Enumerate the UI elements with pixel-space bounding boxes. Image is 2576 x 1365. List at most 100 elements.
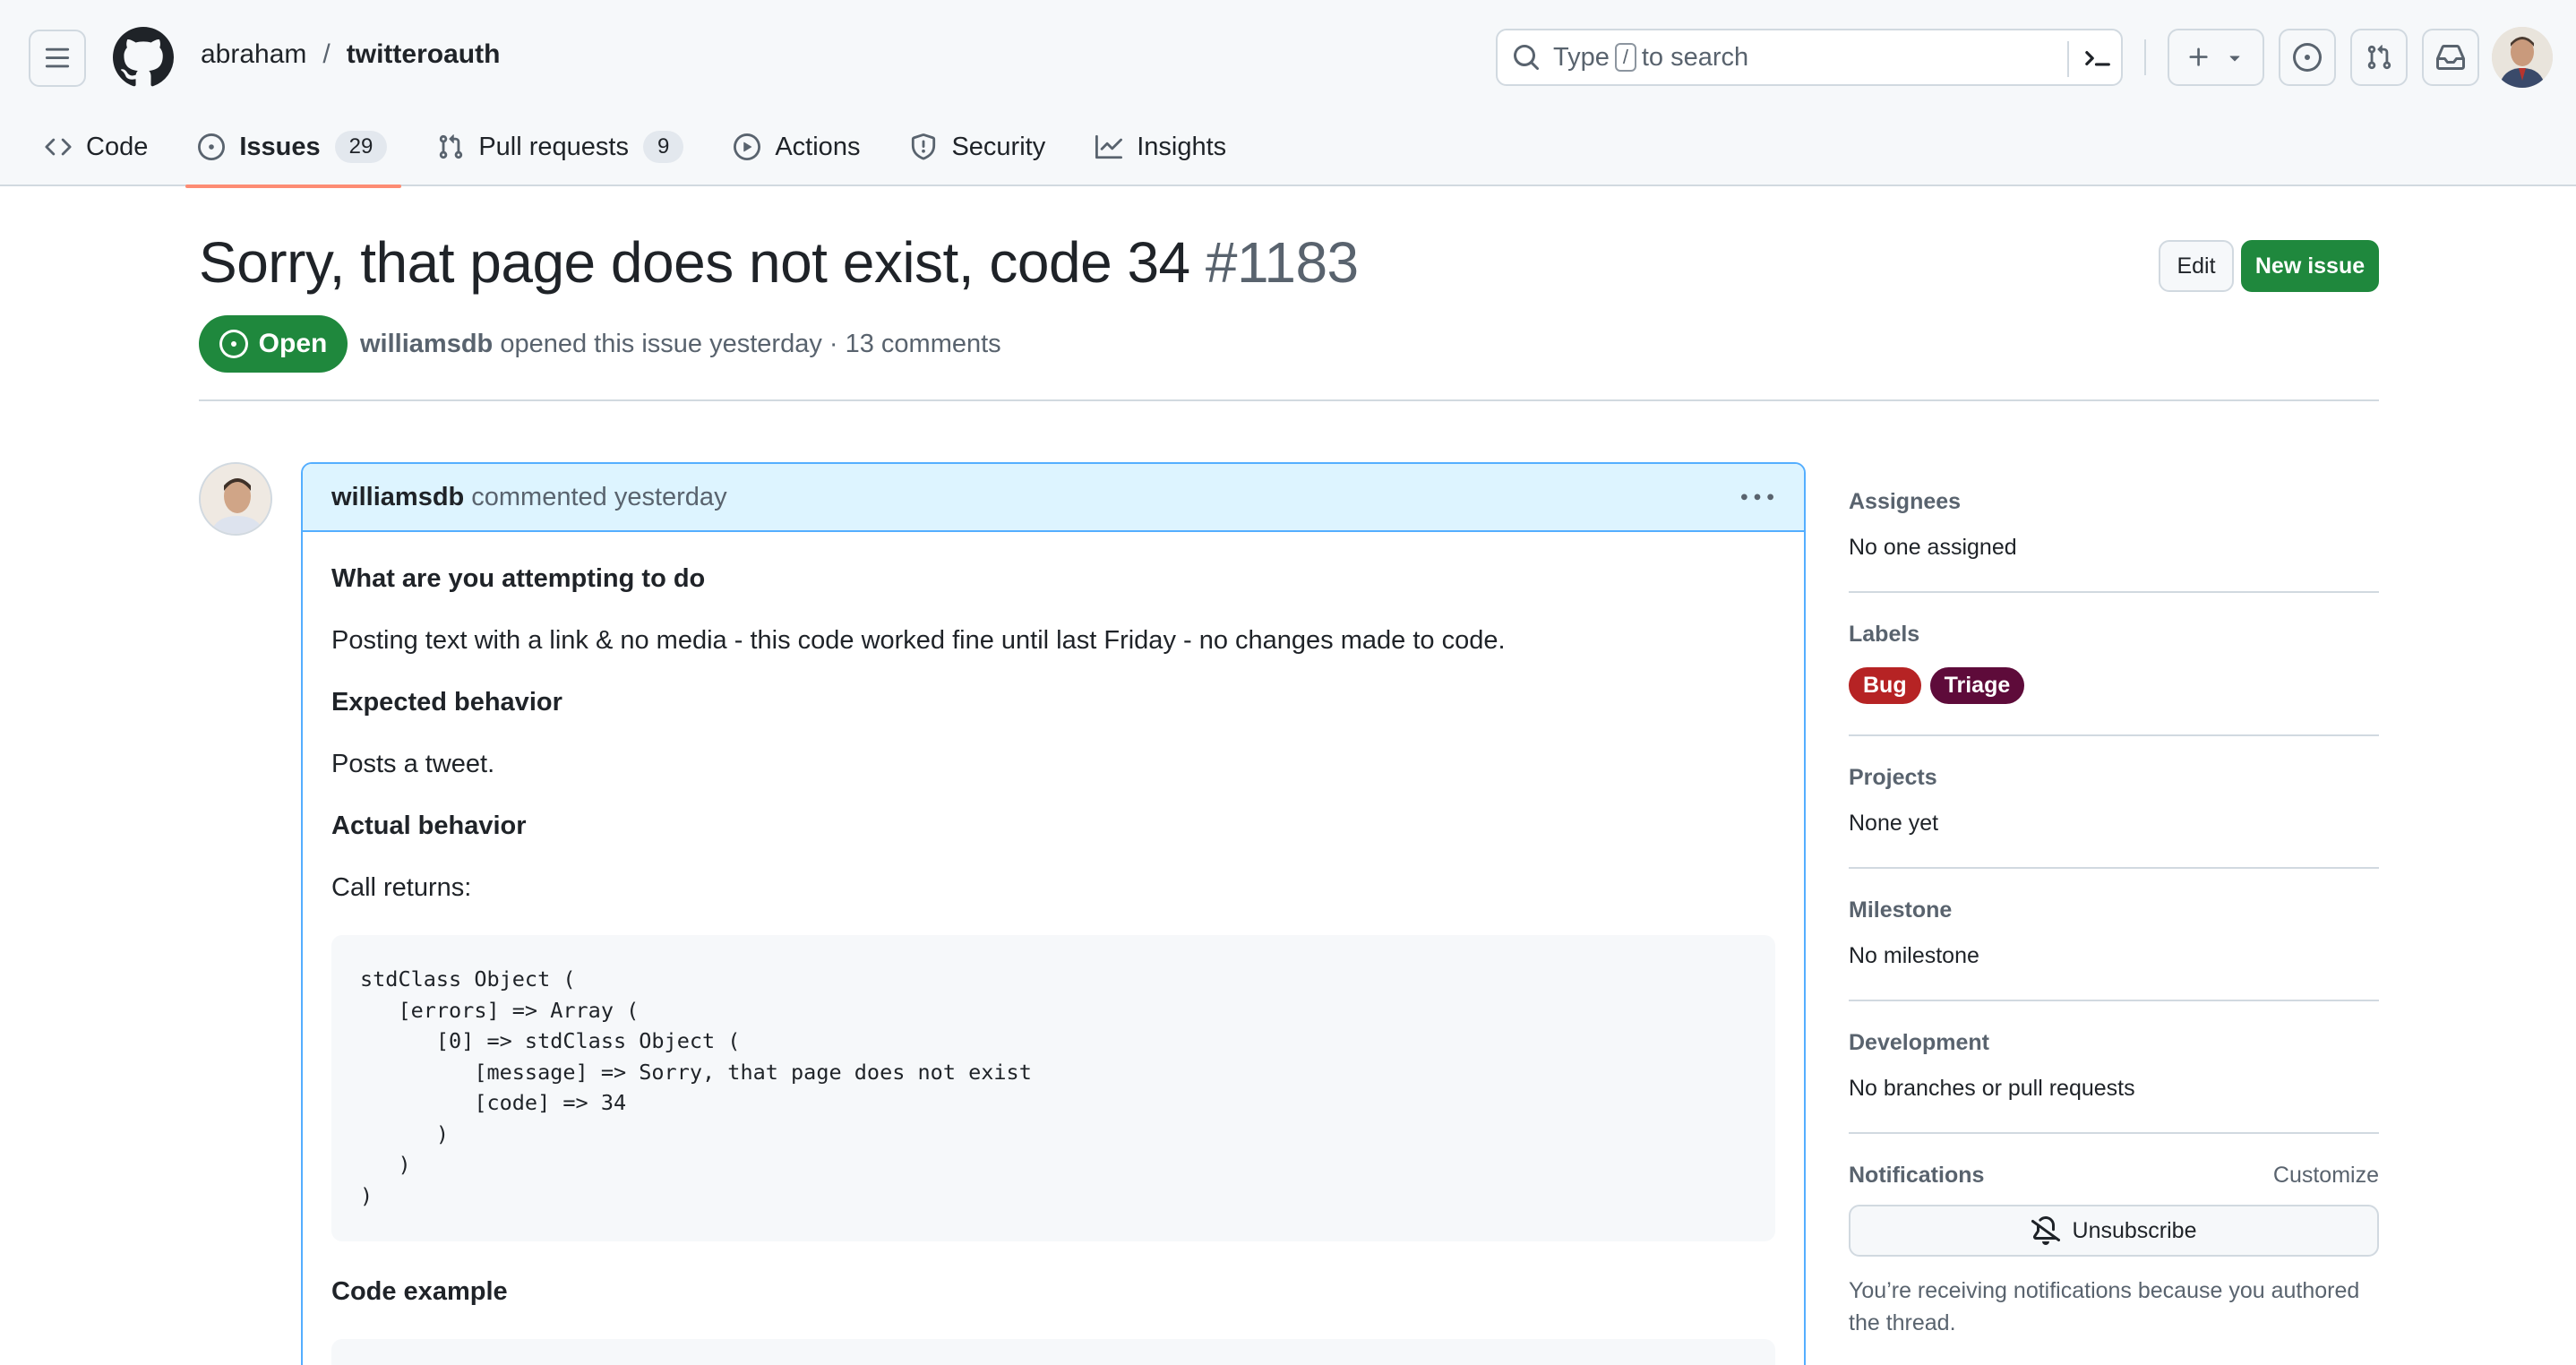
heading-attempting: What are you attempting to do: [331, 564, 706, 593]
search-placeholder-prefix: Type: [1553, 42, 1610, 72]
issue-state-label: Open: [258, 329, 328, 358]
header-divider: [2144, 39, 2146, 75]
code-icon: [45, 138, 72, 156]
issue-opened-icon: [2293, 43, 2322, 72]
issue-opened-text: opened this issue yesterday · 13 comment…: [500, 330, 1001, 358]
code-example-block: [331, 1339, 1775, 1365]
repo-tabs: Code Issues 29 Pull requests 9 Actions S…: [39, 125, 1271, 188]
git-pull-request-icon: [2367, 45, 2391, 70]
comment-author-avatar[interactable]: [199, 462, 272, 536]
labels-section: Labels Bug Triage: [1849, 622, 2379, 736]
tab-code[interactable]: Code: [39, 125, 162, 186]
labels-title[interactable]: Labels: [1849, 622, 2379, 648]
comment-author-avatar-image: [201, 464, 270, 534]
triangle-down-icon: [2229, 56, 2240, 62]
search-input[interactable]: Type / to search: [1496, 29, 2123, 86]
kebab-horizontal-icon[interactable]: [1741, 482, 1773, 514]
issue-title-text: Sorry, that page does not exist, code 34: [199, 230, 1190, 295]
paragraph-expected: Posts a tweet.: [331, 750, 495, 778]
title-divider: [199, 399, 2379, 401]
heading-actual: Actual behavior: [331, 811, 527, 840]
issue-state-badge: Open: [199, 315, 348, 373]
tab-security-label: Security: [951, 132, 1046, 161]
notifications-note: You’re receiving notifications because y…: [1849, 1278, 2360, 1335]
plus-icon: [2189, 47, 2208, 66]
user-avatar[interactable]: [2492, 27, 2553, 88]
unsubscribe-button[interactable]: Unsubscribe: [1849, 1205, 2379, 1257]
create-new-button[interactable]: [2168, 29, 2264, 86]
notifications-inbox-button[interactable]: [2422, 29, 2479, 86]
issue-meta: williamsdb opened this issue yesterday ·…: [360, 330, 1001, 359]
paragraph-actual: Call returns:: [331, 873, 472, 902]
notifications-header: Notifications Customize: [1849, 1163, 2379, 1189]
tab-insights-label: Insights: [1137, 132, 1227, 161]
your-issues-button[interactable]: [2279, 29, 2336, 86]
github-logo-icon[interactable]: [113, 27, 174, 88]
pull-requests-counter: 9: [642, 131, 684, 163]
bell-slash-icon: [2031, 1216, 2060, 1245]
milestone-title[interactable]: Milestone: [1849, 897, 2379, 923]
tab-pull-requests[interactable]: Pull requests 9: [432, 125, 698, 186]
comment-body: What are you attempting to do Posting te…: [303, 532, 1804, 1365]
issues-counter: 29: [334, 131, 388, 163]
issue-comment: williamsdb commented yesterday What are …: [301, 462, 1806, 1365]
global-header: abraham / twitteroauth Type / to search: [0, 0, 2576, 188]
shield-icon: [912, 133, 936, 160]
tab-security[interactable]: Security: [905, 125, 1060, 186]
development-section: Development No branches or pull requests: [1849, 1030, 2379, 1134]
git-pull-request-icon: [440, 134, 463, 159]
assignees-section: Assignees No one assigned: [1849, 489, 2379, 593]
breadcrumb-repo-link[interactable]: twitteroauth: [347, 39, 501, 70]
graph-icon: [1095, 134, 1123, 159]
assignees-title[interactable]: Assignees: [1849, 489, 2379, 515]
breadcrumb-owner-link[interactable]: abraham: [201, 39, 306, 70]
development-value: No branches or pull requests: [1849, 1076, 2135, 1101]
breadcrumb: abraham / twitteroauth: [201, 39, 500, 70]
label-bug[interactable]: Bug: [1849, 667, 1921, 704]
new-issue-button[interactable]: New issue: [2241, 240, 2379, 292]
hamburger-icon: [45, 47, 70, 68]
your-pull-requests-button[interactable]: [2350, 29, 2408, 86]
comment-author-link[interactable]: williamsdb: [331, 483, 464, 512]
search-icon: [1514, 45, 1540, 71]
notifications-section: Notifications Customize Unsubscribe You’…: [1849, 1163, 2379, 1339]
tab-pull-requests-label: Pull requests: [478, 132, 629, 161]
issue-author-link[interactable]: williamsdb: [360, 330, 493, 358]
tab-insights[interactable]: Insights: [1090, 125, 1241, 186]
comment-header: williamsdb commented yesterday: [303, 464, 1804, 532]
edit-button[interactable]: Edit: [2159, 240, 2234, 292]
tab-issues[interactable]: Issues 29: [185, 125, 402, 188]
tab-actions[interactable]: Actions: [728, 125, 874, 186]
milestone-section: Milestone No milestone: [1849, 897, 2379, 1001]
projects-section: Projects None yet: [1849, 765, 2379, 869]
customize-link[interactable]: Customize: [2273, 1163, 2379, 1189]
menu-button[interactable]: [29, 30, 86, 87]
breadcrumb-separator: /: [322, 39, 331, 69]
label-triage[interactable]: Triage: [1929, 667, 2025, 704]
heading-code-example: Code example: [331, 1277, 508, 1306]
tab-code-label: Code: [86, 132, 149, 161]
search-shortcut-key: /: [1614, 43, 1636, 72]
user-avatar-image: [2492, 27, 2553, 88]
projects-value: None yet: [1849, 811, 1939, 836]
development-title[interactable]: Development: [1849, 1030, 2379, 1056]
comment-timestamp[interactable]: commented yesterday: [471, 483, 726, 512]
search-divider: [2067, 41, 2069, 77]
milestone-value: No milestone: [1849, 943, 1979, 968]
paragraph-attempting: Posting text with a link & no media - th…: [331, 626, 1506, 655]
notifications-title: Notifications: [1849, 1163, 1985, 1188]
tab-actions-label: Actions: [775, 132, 861, 161]
issue-number: #1183: [1205, 230, 1359, 295]
projects-title[interactable]: Projects: [1849, 765, 2379, 791]
issue-sidebar: Assignees No one assigned Labels Bug Tri…: [1849, 489, 2379, 1339]
labels-list: Bug Triage: [1849, 667, 2379, 704]
issue-opened-icon: [198, 133, 226, 160]
search-placeholder-suffix: to search: [1641, 42, 1749, 72]
unsubscribe-label: Unsubscribe: [2072, 1217, 2197, 1243]
issue-opened-icon: [219, 330, 248, 358]
tab-issues-label: Issues: [239, 132, 321, 161]
command-palette-icon[interactable]: [2082, 43, 2112, 73]
code-block: stdClass Object ( [errors] => Array ( [0…: [331, 935, 1775, 1241]
issue-title: Sorry, that page does not exist, code 34…: [199, 229, 1359, 296]
inbox-icon: [2436, 45, 2465, 70]
